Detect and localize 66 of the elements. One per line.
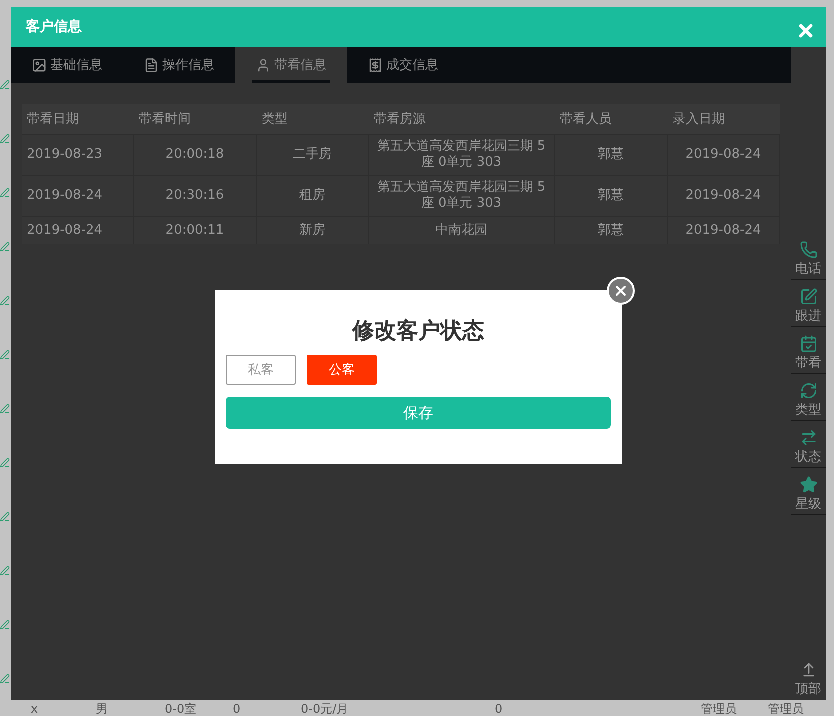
table-cell: 郭慧 — [555, 175, 668, 216]
table-cell: 2019-08-24 — [668, 134, 780, 175]
document-icon — [144, 58, 158, 72]
side-tool-button[interactable]: 跟进 — [791, 280, 826, 327]
side-tool-button[interactable]: 类型 — [791, 374, 826, 421]
table-cell: 2019-08-24 — [668, 216, 780, 244]
phone-icon — [800, 241, 818, 259]
tab[interactable]: 成交信息 — [347, 47, 459, 83]
status-option[interactable]: 公客 — [307, 355, 377, 385]
edit-icon[interactable] — [0, 404, 10, 414]
up-arrow-icon — [800, 662, 816, 678]
star-icon — [800, 476, 818, 494]
swap-arrows-icon — [800, 429, 818, 447]
edit-icon[interactable] — [0, 674, 10, 684]
table-cell-text: 0-0元/月 — [301, 702, 350, 716]
edit-icon[interactable] — [0, 350, 10, 360]
table-cell: 20:30:16 — [134, 175, 257, 216]
dialog-title: 客户信息 — [26, 18, 82, 36]
table-cell: 第五大道高发西岸花园三期 5座 0单元 303 — [369, 175, 555, 216]
table-cell: 中南花园 — [369, 216, 555, 244]
close-icon — [613, 283, 629, 299]
table-cell: 20:00:18 — [134, 134, 257, 175]
edit-icon[interactable] — [0, 242, 10, 252]
table-cell: 新房 — [257, 216, 369, 244]
table-cell: 郭慧 — [555, 134, 668, 175]
table-cell: 郭慧 — [555, 216, 668, 244]
table-cell-text: 管理员 — [768, 702, 805, 716]
table-cell: 租房 — [257, 175, 369, 216]
tab[interactable]: 带看信息 — [235, 47, 347, 83]
table-cell: 2019-08-23 — [22, 134, 134, 175]
side-tool-button[interactable]: 带看 — [791, 327, 826, 374]
table-cell-text: 男 — [96, 702, 109, 716]
side-tool-button[interactable]: 状态 — [791, 421, 826, 468]
table-cell: 20:00:11 — [134, 216, 257, 244]
table-cell-text: 0 — [495, 702, 504, 716]
receipt-icon — [368, 58, 382, 72]
back-to-top-button[interactable]: 顶部 — [791, 662, 826, 698]
edit-icon[interactable] — [0, 512, 10, 522]
edit-icon[interactable] — [0, 296, 10, 306]
calendar-icon — [800, 335, 818, 353]
edit-icon[interactable] — [0, 134, 10, 144]
person-icon — [256, 58, 270, 72]
table-cell-text: 0 — [233, 702, 242, 716]
save-button[interactable]: 保存 — [226, 397, 611, 429]
picture-icon — [32, 58, 46, 72]
table-cell: 2019-08-24 — [22, 175, 134, 216]
status-option[interactable]: 私客 — [226, 355, 296, 385]
edit-icon[interactable] — [0, 620, 10, 630]
side-tool-button[interactable]: 星级 — [791, 468, 826, 515]
edit-icon[interactable] — [0, 566, 10, 576]
table-cell: 第五大道高发西岸花园三期 5座 0单元 303 — [369, 134, 555, 175]
tab[interactable]: 操作信息 — [123, 47, 235, 83]
note-icon — [800, 288, 818, 306]
side-tool-button[interactable]: 电话 — [791, 233, 826, 280]
edit-icon[interactable] — [0, 188, 10, 198]
table-cell: 2019-08-24 — [668, 175, 780, 216]
table-cell: 2019-08-24 — [22, 216, 134, 244]
table-cell-text: x — [31, 702, 40, 716]
tab[interactable]: 基础信息 — [11, 47, 123, 83]
edit-icon[interactable] — [0, 458, 10, 468]
edit-icon[interactable] — [0, 80, 10, 90]
modal-title: 修改客户状态 — [351, 318, 486, 346]
table-cell-text: 管理员 — [701, 702, 738, 716]
table-cell: 二手房 — [257, 134, 369, 175]
table-cell-text: 0-0室 — [165, 702, 198, 716]
refresh-icon — [800, 382, 818, 400]
